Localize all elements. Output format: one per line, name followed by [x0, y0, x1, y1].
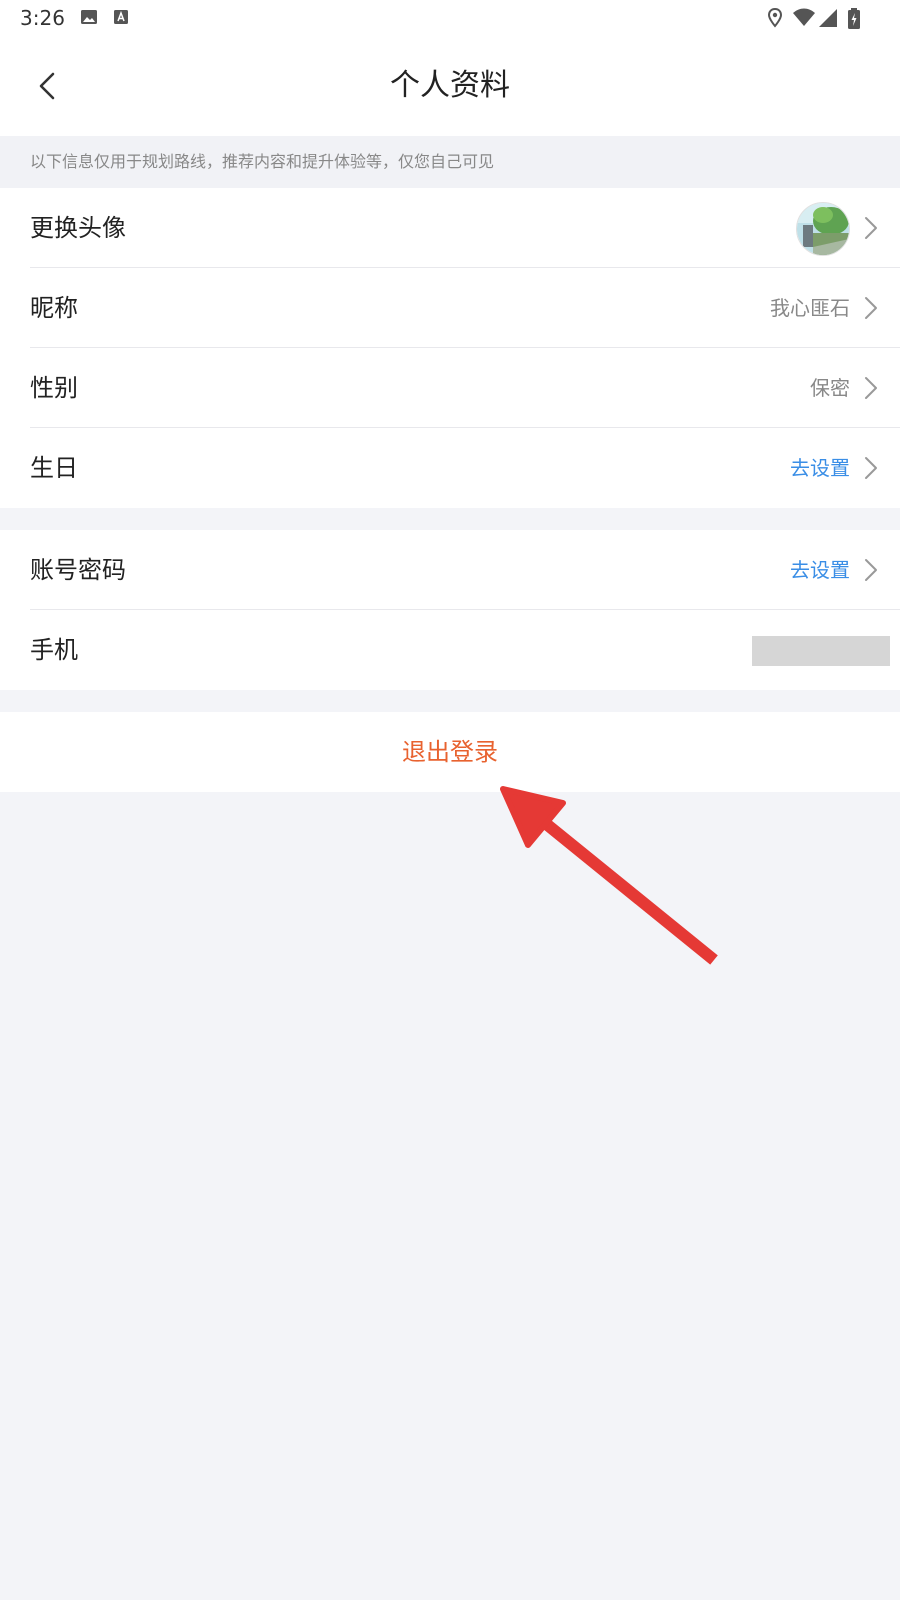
chevron-right-icon: [865, 457, 877, 479]
nickname-row[interactable]: 昵称 我心匪石: [0, 268, 900, 348]
gender-label: 性别: [30, 374, 78, 402]
phone-row[interactable]: 手机: [0, 610, 900, 690]
nickname-label: 昵称: [30, 294, 78, 322]
gender-value: 保密: [810, 376, 850, 400]
location-icon: [766, 7, 784, 32]
gender-row[interactable]: 性别 保密: [0, 348, 900, 428]
status-time: 3:26: [20, 6, 65, 30]
privacy-notice: 以下信息仅用于规划路线，推荐内容和提升体验等，仅您自己可见: [0, 136, 900, 188]
page-title: 个人资料: [390, 68, 510, 103]
change-avatar-row[interactable]: 更换头像: [0, 188, 900, 268]
phone-label: 手机: [30, 636, 78, 664]
image-icon: [80, 8, 98, 30]
chevron-right-icon: [865, 559, 877, 581]
logout-button[interactable]: 退出登录: [0, 712, 900, 792]
text-a-icon: [112, 8, 130, 30]
privacy-notice-text: 以下信息仅用于规划路线，推荐内容和提升体验等，仅您自己可见: [30, 152, 495, 171]
status-bar: 3:26: [0, 0, 900, 36]
phone-value-redacted: [752, 636, 890, 666]
birthday-label: 生日: [30, 454, 78, 482]
change-avatar-label: 更换头像: [30, 214, 126, 242]
profile-group: 更换头像 昵称 我心匪石 性别 保密 生日 去设置: [0, 188, 900, 508]
chevron-right-icon: [865, 297, 877, 319]
avatar: [796, 202, 850, 256]
account-password-label: 账号密码: [30, 556, 126, 584]
chevron-right-icon: [865, 217, 877, 239]
birthday-set-link[interactable]: 去设置: [790, 428, 850, 508]
account-group: 账号密码 去设置 手机: [0, 530, 900, 690]
header: 个人资料: [0, 36, 900, 136]
account-password-set-link[interactable]: 去设置: [790, 530, 850, 610]
signal-icon: [818, 8, 838, 32]
birthday-row[interactable]: 生日 去设置: [0, 428, 900, 508]
account-password-row[interactable]: 账号密码 去设置: [0, 530, 900, 610]
battery-icon: [848, 8, 860, 34]
nickname-value: 我心匪石: [770, 296, 850, 320]
wifi-icon: [792, 8, 816, 32]
chevron-right-icon: [865, 377, 877, 399]
